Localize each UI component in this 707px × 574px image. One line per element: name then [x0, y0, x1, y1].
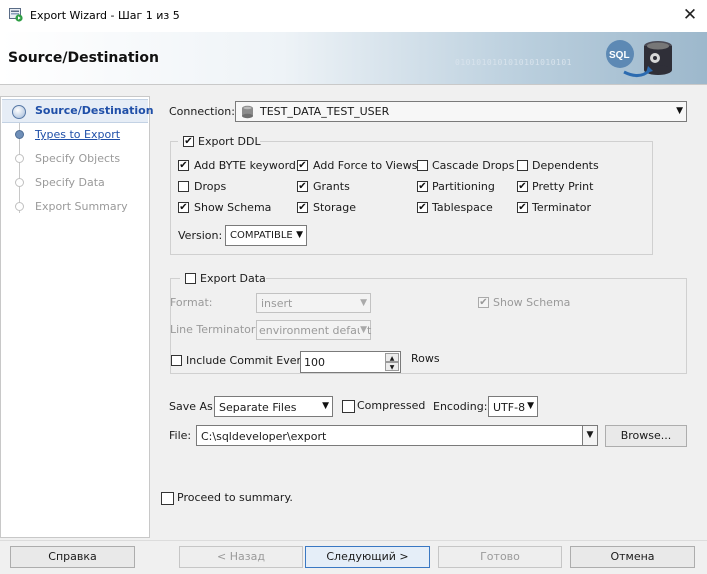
chevron-down-icon: ▼ [360, 321, 367, 339]
nav-item-source-destination[interactable]: Source/Destination [35, 104, 154, 117]
chevron-down-icon[interactable]: ▼ [582, 426, 597, 445]
storage-label[interactable]: Storage [313, 201, 356, 214]
dependents-checkbox[interactable] [517, 160, 528, 171]
stepper-down-icon[interactable]: ▼ [385, 362, 399, 371]
tablespace-checkbox[interactable]: ✔ [417, 202, 428, 213]
chevron-down-icon: ▼ [360, 298, 367, 308]
encoding-label: Encoding: [433, 400, 488, 413]
chevron-down-icon: ▼ [296, 230, 303, 240]
proceed-to-summary-checkbox[interactable] [161, 492, 174, 505]
finish-button[interactable]: Готово [438, 546, 562, 568]
connection-select[interactable]: TEST_DATA_TEST_USER ▼ [235, 101, 687, 122]
app-icon [9, 8, 23, 22]
steps-connector [19, 113, 20, 213]
save-as-label: Save As [169, 400, 213, 413]
data-show-schema-checkbox[interactable]: ✔ [478, 297, 489, 308]
show-schema-label[interactable]: Show Schema [194, 201, 271, 214]
grants-checkbox[interactable]: ✔ [297, 181, 308, 192]
version-label: Version: [178, 229, 223, 242]
dependents-label[interactable]: Dependents [532, 159, 599, 172]
file-label: File: [169, 429, 192, 442]
line-terminator-label: Line Terminator: [170, 323, 259, 336]
pretty-print-checkbox[interactable]: ✔ [517, 181, 528, 192]
add-force-to-views-label[interactable]: Add Force to Views [313, 159, 417, 172]
save-as-value: Separate Files [219, 401, 297, 414]
compressed-checkbox[interactable] [342, 400, 355, 413]
step-disabled-icon [15, 154, 24, 163]
terminator-label[interactable]: Terminator [532, 201, 591, 214]
compressed-label[interactable]: Compressed [357, 399, 425, 412]
browse-button[interactable]: Browse... [605, 425, 687, 447]
data-show-schema-label: Show Schema [493, 296, 571, 309]
drops-label[interactable]: Drops [194, 180, 226, 193]
step-disabled-icon [15, 178, 24, 187]
encoding-select[interactable]: UTF-8 ▼ [488, 396, 538, 417]
cancel-button[interactable]: Отмена [570, 546, 695, 568]
sql-export-icon: SQL [600, 36, 684, 82]
cascade-drops-label[interactable]: Cascade Drops [432, 159, 514, 172]
help-button[interactable]: Справка [10, 546, 135, 568]
proceed-to-summary-label[interactable]: Proceed to summary. [177, 491, 293, 504]
format-label: Format: [170, 296, 213, 309]
next-button[interactable]: Следующий > [305, 546, 430, 568]
database-icon [241, 105, 254, 119]
include-commit-label[interactable]: Include Commit Every [186, 354, 308, 367]
commit-every-value: 100 [304, 356, 325, 369]
stepper-up-icon[interactable]: ▲ [385, 353, 399, 362]
add-byte-keyword-checkbox[interactable]: ✔ [178, 160, 189, 171]
format-select[interactable]: insert ▼ [256, 293, 371, 313]
export-data-checkbox[interactable] [185, 273, 196, 284]
connection-label: Connection: [169, 105, 235, 118]
file-path-value: C:\sqldeveloper\export [201, 430, 327, 443]
line-terminator-select[interactable]: environment default ▼ [256, 320, 371, 340]
rows-label: Rows [411, 352, 440, 365]
chevron-down-icon: ▼ [527, 401, 534, 411]
step-link-icon [15, 130, 24, 139]
chevron-down-icon: ▼ [322, 401, 329, 411]
tablespace-label[interactable]: Tablespace [432, 201, 493, 214]
nav-item-types-to-export[interactable]: Types to Export [35, 128, 120, 141]
grants-label[interactable]: Grants [313, 180, 350, 193]
export-ddl-checkbox[interactable]: ✔ [183, 136, 194, 147]
include-commit-checkbox[interactable] [171, 355, 182, 366]
drops-checkbox[interactable] [178, 181, 189, 192]
save-as-select[interactable]: Separate Files ▼ [214, 396, 333, 417]
close-icon[interactable]: ✕ [680, 5, 700, 25]
step-current-icon [12, 105, 26, 119]
commit-every-stepper[interactable]: 100 ▲ ▼ [300, 351, 401, 373]
version-value: COMPATIBLE [230, 230, 293, 241]
nav-item-specify-objects: Specify Objects [35, 152, 121, 165]
storage-checkbox[interactable]: ✔ [297, 202, 308, 213]
window-title: Export Wizard - Шаг 1 из 5 [30, 9, 180, 22]
terminator-checkbox[interactable]: ✔ [517, 202, 528, 213]
partitioning-label[interactable]: Partitioning [432, 180, 495, 193]
encoding-value: UTF-8 [493, 401, 526, 414]
binary-decoration: 0101010101010101010101 [455, 58, 572, 67]
show-schema-checkbox[interactable]: ✔ [178, 202, 189, 213]
export-ddl-label[interactable]: Export DDL [198, 135, 261, 148]
cascade-drops-checkbox[interactable] [417, 160, 428, 171]
file-path-input[interactable]: C:\sqldeveloper\export ▼ [196, 425, 598, 446]
export-data-label[interactable]: Export Data [200, 272, 266, 285]
svg-text:SQL: SQL [609, 50, 630, 61]
step-disabled-icon [15, 202, 24, 211]
chevron-down-icon: ▼ [676, 106, 683, 116]
add-force-to-views-checkbox[interactable]: ✔ [297, 160, 308, 171]
page-title: Source/Destination [8, 50, 159, 66]
connection-value: TEST_DATA_TEST_USER [260, 105, 390, 118]
pretty-print-label[interactable]: Pretty Print [532, 180, 593, 193]
line-terminator-value: environment default [259, 324, 372, 337]
add-byte-keyword-label[interactable]: Add BYTE keyword [194, 159, 296, 172]
footer-divider [0, 540, 707, 541]
format-value: insert [261, 297, 293, 310]
version-select[interactable]: COMPATIBLE ▼ [225, 225, 307, 246]
nav-item-specify-data: Specify Data [35, 176, 105, 189]
nav-item-export-summary: Export Summary [35, 200, 128, 213]
partitioning-checkbox[interactable]: ✔ [417, 181, 428, 192]
back-button[interactable]: < Назад [179, 546, 303, 568]
wizard-steps-panel: Source/Destination Types to Export Speci… [0, 96, 154, 538]
